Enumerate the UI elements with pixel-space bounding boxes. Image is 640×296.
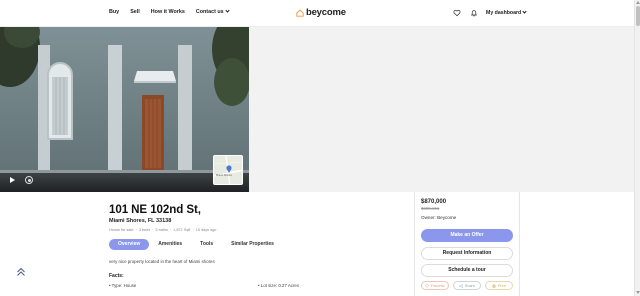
meta-sqft: 1,872 Sqft bbox=[173, 228, 191, 232]
share-icon bbox=[459, 283, 463, 288]
map-caption: Miami Shores bbox=[216, 174, 232, 177]
chevron-down-icon bbox=[522, 9, 527, 14]
meta-baths: 3 baths bbox=[155, 228, 168, 232]
bell-icon[interactable] bbox=[470, 9, 478, 17]
listing-photo[interactable]: Miami Shores bbox=[0, 27, 249, 192]
nav-how-it-works[interactable]: How it Works bbox=[151, 9, 185, 15]
meta-sep: · bbox=[169, 228, 172, 232]
share-button[interactable]: Share bbox=[453, 281, 481, 290]
map-thumbnail-image bbox=[214, 156, 242, 184]
listing-old-price: $885,191 bbox=[421, 206, 440, 211]
photo-gallery-area bbox=[249, 27, 634, 192]
favorite-label: Favorite bbox=[430, 283, 445, 288]
chevron-down-icon bbox=[225, 8, 230, 13]
listing-owner: Owner: Beycome bbox=[421, 215, 457, 220]
nav-buy[interactable]: Buy bbox=[109, 9, 119, 15]
schedule-tour-button[interactable]: Schedule a tour bbox=[421, 264, 513, 277]
request-information-button[interactable]: Request Information bbox=[421, 247, 513, 260]
print-icon bbox=[492, 283, 496, 288]
nav-contact-us-label: Contact us bbox=[195, 9, 224, 15]
meta-sep: · bbox=[135, 228, 137, 232]
print-label: Print bbox=[497, 283, 506, 288]
facts-heading: Facts: bbox=[109, 273, 124, 279]
scroll-up-arrow-icon[interactable] bbox=[636, 1, 640, 4]
listing-tabs: Overview Amenities Tools Similar Propert… bbox=[109, 239, 283, 250]
tab-overview[interactable]: Overview bbox=[109, 239, 150, 250]
favorite-button[interactable]: Favorite bbox=[421, 281, 449, 290]
listing-address-title: 101 NE 102nd St, bbox=[109, 203, 201, 216]
scroll-thumb[interactable] bbox=[636, 6, 640, 26]
meta-type: House for sale bbox=[109, 228, 134, 232]
action-chips: Favorite Share Print bbox=[421, 281, 513, 290]
my-dashboard-label: My dashboard bbox=[486, 10, 522, 16]
make-offer-button[interactable]: Make an Offer bbox=[421, 229, 513, 242]
tab-similar-properties[interactable]: Similar Properties bbox=[222, 239, 283, 250]
brand-logo[interactable]: beycome bbox=[296, 7, 346, 18]
listing-meta: House for sale · 3 beds · 3 baths · 1,87… bbox=[109, 228, 216, 232]
play-icon[interactable] bbox=[10, 177, 15, 183]
print-button[interactable]: Print bbox=[485, 281, 513, 290]
tab-amenities[interactable]: Amenities bbox=[149, 239, 191, 250]
brand-name: beycome bbox=[306, 7, 346, 18]
house-facade-image bbox=[0, 27, 249, 192]
tab-tools[interactable]: Tools bbox=[191, 239, 222, 250]
listing-price: $870,000 bbox=[421, 199, 447, 205]
main-nav: Buy Sell How it Works Contact us bbox=[109, 8, 230, 15]
top-header: Buy Sell How it Works Contact us beycome… bbox=[0, 0, 634, 27]
heart-icon[interactable] bbox=[453, 9, 461, 17]
scroll-down-arrow-icon[interactable] bbox=[636, 291, 640, 294]
scroll-to-top-icon[interactable] bbox=[16, 267, 26, 277]
house-logo-icon bbox=[296, 9, 304, 17]
meta-sep: · bbox=[192, 228, 194, 232]
share-label: Share bbox=[464, 283, 475, 288]
map-thumbnail[interactable] bbox=[213, 155, 243, 185]
fact-type: • Type: House bbox=[109, 283, 137, 288]
meta-sep: · bbox=[152, 228, 154, 232]
listing-description: very nice property located in the heart … bbox=[109, 259, 215, 264]
meta-beds: 3 beds bbox=[138, 228, 151, 232]
my-dashboard-menu[interactable]: My dashboard bbox=[486, 9, 527, 16]
camera-icon[interactable] bbox=[25, 176, 33, 184]
fact-lot-size: • Lot size: 0.27 Acres bbox=[258, 283, 300, 288]
meta-age: 15 days ago bbox=[195, 228, 217, 232]
nav-contact-us[interactable]: Contact us bbox=[195, 8, 230, 15]
nav-sell[interactable]: Sell bbox=[130, 9, 140, 15]
page-scrollbar[interactable] bbox=[634, 0, 640, 296]
heart-icon bbox=[425, 283, 430, 288]
listing-city: Miami Shores, FL 33138 bbox=[109, 218, 172, 224]
